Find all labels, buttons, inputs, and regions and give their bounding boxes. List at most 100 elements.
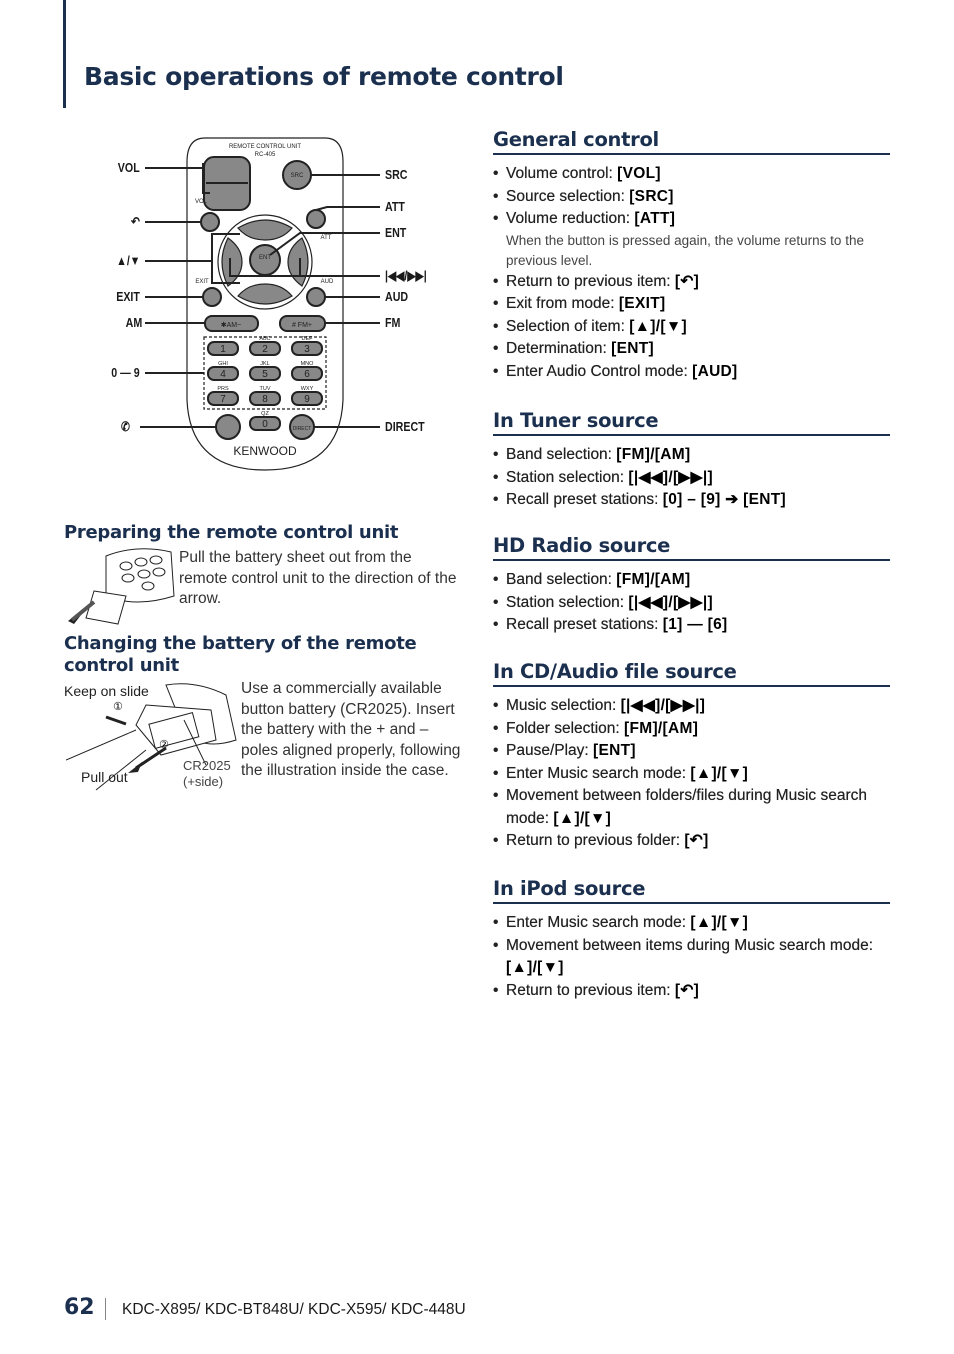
remote-ent-key: ENT (259, 255, 271, 261)
number-key-label: 3 (304, 344, 310, 355)
item-label: Recall preset stations: (506, 491, 663, 508)
number-key-label: 2 (262, 344, 268, 355)
section-heading: In CD/Audio file source (493, 659, 890, 687)
number-key-label: 8 (262, 394, 268, 405)
list-item: Source selection: [SRC] (493, 186, 890, 209)
section-heading: In Tuner source (493, 408, 890, 436)
item-label: Movement between items during Music sear… (506, 936, 873, 954)
callout-exit: EXIT (116, 289, 140, 304)
list-item: Band selection: [FM]/[AM] (493, 444, 890, 467)
number-key-letters: JKL (260, 361, 269, 367)
item-label: Source selection: (506, 187, 630, 205)
item-label: Return to previous item: (506, 272, 675, 290)
callout-am: AM (125, 315, 142, 330)
callout-fm: FM (385, 315, 401, 330)
section-in-ipod-source: In iPod source Enter Music search mode: [… (493, 876, 890, 1002)
item-key: [FM]/[AM] (624, 719, 699, 737)
item-key: [▲]/[▼] (690, 914, 749, 931)
item-label: Return to previous item: (506, 981, 675, 999)
callout-direct: DIRECT (385, 419, 425, 434)
item-label: Exit from mode: (506, 295, 619, 312)
number-key-letters: DEF (302, 336, 314, 342)
callout-src: SRC (385, 167, 408, 182)
item-list: Volume control: [VOL] Source selection: [… (493, 163, 890, 383)
number-key-letters: PRS (217, 386, 229, 392)
list-item: Enter Audio Control mode: [AUD] (493, 361, 890, 384)
list-item: Music selection: [|◀◀]/[▶▶|] (493, 695, 890, 718)
list-item: Return to previous item: [↶] (493, 980, 890, 1003)
remote-brand: KENWOOD (233, 444, 297, 458)
item-key: [▲]/[▼] (629, 317, 687, 335)
footer-separator (105, 1298, 106, 1320)
item-key: [|◀◀]/[▶▶|] (620, 697, 706, 714)
remote-att-key: ATT (321, 235, 332, 241)
remote-aud-key: AUD (321, 279, 334, 285)
number-key-letters: WXY (301, 386, 314, 392)
item-key: [VOL] (617, 165, 661, 182)
item-label: Selection of item: (506, 317, 630, 335)
item-label: Band selection: (506, 446, 617, 463)
item-key: [FM]/[AM] (616, 446, 691, 463)
item-label: Band selection: (506, 571, 617, 588)
item-label: Station selection: (506, 593, 629, 611)
item-label: Enter Music search mode: (506, 764, 691, 782)
section-heading: HD Radio source (493, 533, 890, 561)
section-heading: In iPod source (493, 876, 890, 904)
list-item: Station selection: [|◀◀]/[▶▶|] (493, 467, 890, 490)
item-key: [EXIT] (618, 295, 666, 312)
item-key: [↶] (684, 832, 709, 849)
list-item: Folder selection: [FM]/[AM] (493, 718, 890, 741)
list-item: Determination: [ENT] (493, 338, 890, 361)
callout-updown: ▲/▼ (115, 253, 140, 268)
list-item: Enter Music search mode: [▲]/[▼] (493, 912, 890, 935)
list-item: Pause/Play: [ENT] (493, 740, 890, 763)
list-item: Recall preset stations: [0] – [9] ➔ [ENT… (493, 489, 890, 512)
list-item: Band selection: [FM]/[AM] (493, 569, 890, 592)
remote-am-key: ✱AM− (221, 321, 241, 329)
list-item: Movement between folders/files during Mu… (493, 785, 890, 830)
item-label: Enter Music search mode: (506, 914, 691, 931)
item-label: Volume reduction: (506, 210, 635, 227)
item-key: [ENT] (593, 742, 636, 759)
callout-vol: VOL (118, 160, 140, 175)
callout-att: ATT (385, 199, 405, 214)
footer-models: KDC-X895/ KDC-BT848U/ KDC-X595/ KDC-448U (122, 1301, 466, 1318)
number-key-letters: TUV (260, 386, 271, 392)
preparing-heading: Preparing the remote control unit (64, 522, 399, 543)
battery-heading: Changing the battery of the remote contr… (64, 633, 417, 676)
preparing-text: Pull the battery sheet out from the remo… (179, 549, 457, 607)
callout-ent: ENT (385, 225, 407, 240)
item-note: When the button is pressed again, the vo… (506, 232, 864, 268)
remote-model: RC-405 (255, 152, 276, 158)
list-item: Station selection: [|◀◀]/[▶▶|] (493, 592, 890, 615)
item-key: [↶] (674, 272, 700, 290)
item-key: [FM]/[AM] (616, 571, 691, 588)
number-key-label: 9 (304, 394, 310, 405)
list-item: Exit from mode: [EXIT] (493, 293, 890, 316)
remote-vol-key: VOL (195, 199, 208, 205)
number-key-label: 4 (220, 369, 226, 380)
section-hd-radio-source: HD Radio source Band selection: [FM]/[AM]… (493, 533, 890, 637)
item-key: [1] — [6] (662, 616, 728, 633)
remote-direct-key: DIRECT (293, 426, 312, 432)
item-key: [ENT] (611, 340, 654, 357)
item-list: Music selection: [|◀◀]/[▶▶|]Folder selec… (493, 695, 890, 853)
list-item: Recall preset stations: [1] — [6] (493, 614, 890, 637)
step2-marker: ② (159, 738, 169, 751)
step1-marker: ① (113, 700, 123, 713)
item-label: Volume control: (506, 165, 618, 182)
section-heading: General control (493, 127, 890, 155)
section-in-cd-audio-file-source: In CD/Audio file source Music selection: … (493, 659, 890, 853)
list-item: Return to previous folder: [↶] (493, 830, 890, 853)
number-key-label: 1 (220, 344, 226, 355)
remote-src-key: SRC (291, 173, 304, 179)
item-key: [|◀◀]/[▶▶|] (628, 593, 713, 611)
item-label: Determination: (506, 340, 612, 357)
battery-sheet-illustration (68, 548, 175, 625)
number-key-label: 6 (304, 369, 310, 380)
item-key: [▲]/[▼] (553, 809, 612, 827)
item-key: [▲]/[▼] (690, 764, 749, 782)
page-number: 62 (64, 1295, 95, 1320)
item-key: [SRC] (629, 187, 674, 205)
item-key: [ATT] (634, 210, 676, 227)
